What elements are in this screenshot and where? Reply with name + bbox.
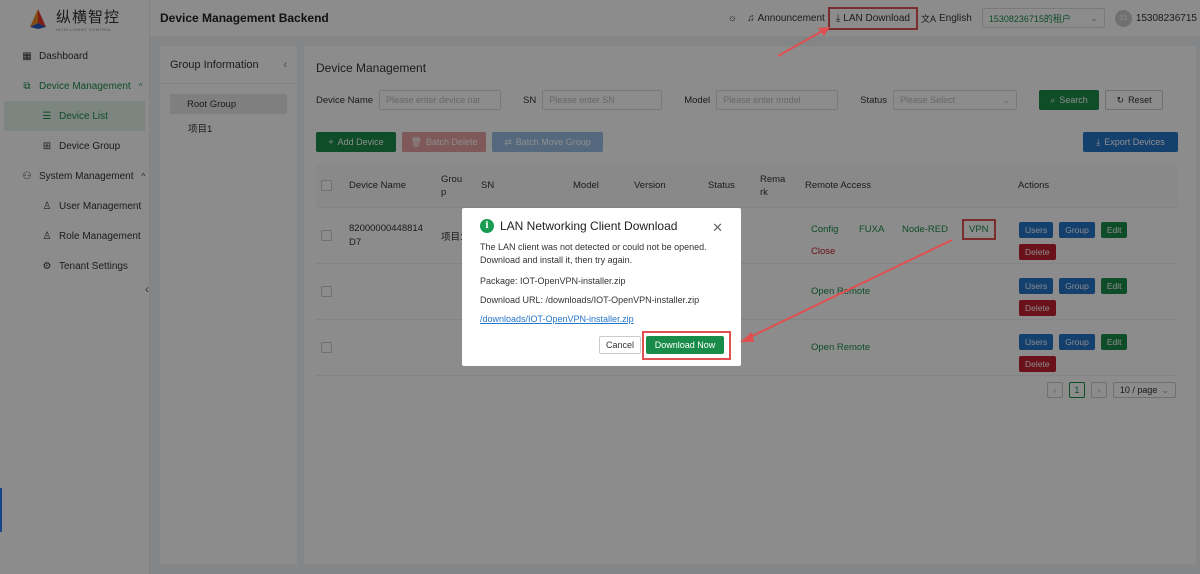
download-url-text: Download URL: /downloads/IOT-OpenVPN-ins… (480, 295, 700, 305)
lan-download-dialog: i LAN Networking Client Download ✕ The L… (462, 208, 741, 366)
close-icon[interactable]: ✕ (712, 220, 723, 236)
download-link[interactable]: /downloads/IOT-OpenVPN-installer.zip (480, 314, 634, 324)
dialog-message: The LAN client was not detected or could… (480, 242, 707, 265)
dialog-title: LAN Networking Client Download (500, 219, 678, 233)
cancel-button[interactable]: Cancel (599, 336, 642, 354)
package-text: Package: IOT-OpenVPN-installer.zip (480, 276, 626, 286)
info-icon: i (480, 219, 494, 233)
download-now-button[interactable]: Download Now (646, 336, 724, 354)
